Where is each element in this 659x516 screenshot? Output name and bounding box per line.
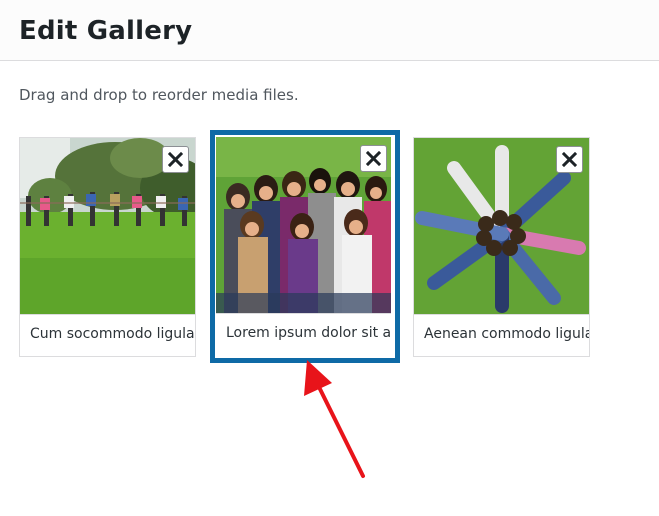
- annotation-arrow: [304, 360, 365, 478]
